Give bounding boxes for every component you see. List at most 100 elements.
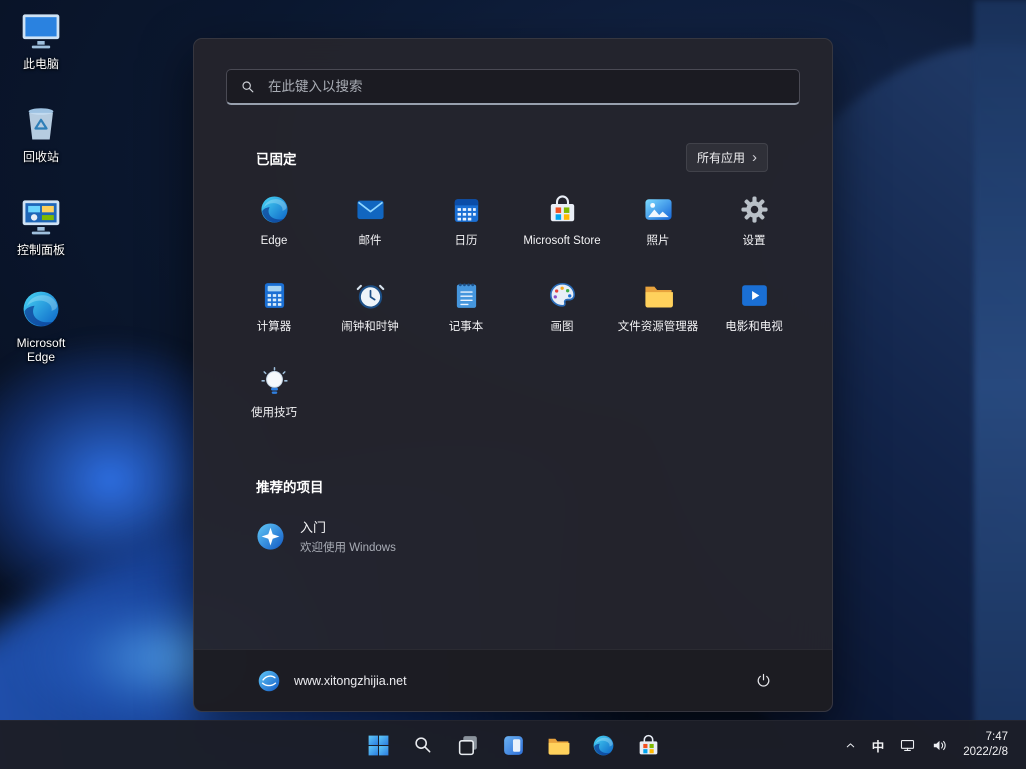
get-started-icon: [254, 520, 287, 553]
desktop-icon-label: 控制面板: [17, 243, 65, 257]
file-explorer-icon: [642, 279, 675, 312]
app-label: Microsoft Store: [523, 235, 600, 248]
pinned-app-alarms-clock[interactable]: 闹钟和时钟: [322, 268, 418, 354]
search-icon: [240, 79, 256, 95]
site-logo-icon: [256, 668, 282, 694]
recommended-title: 推荐的项目: [256, 476, 324, 496]
start-search-box[interactable]: [226, 69, 800, 105]
movies-tv-icon: [738, 279, 771, 312]
desktop-icon-column: 此电脑 回收站 控制面板 Microsoft Edge: [2, 8, 80, 364]
task-view-icon: [456, 733, 481, 758]
taskbar-buttons: [358, 725, 668, 765]
taskbar-edge-button[interactable]: [583, 725, 623, 765]
recycle-bin-icon: [19, 101, 63, 145]
app-label: 计算器: [257, 321, 292, 334]
pinned-app-settings[interactable]: 设置: [706, 182, 802, 268]
desktop-icon-recycle-bin[interactable]: 回收站: [2, 101, 80, 164]
pinned-app-store[interactable]: Microsoft Store: [514, 182, 610, 268]
chevron-up-icon: [844, 739, 857, 752]
clock-time: 7:47: [963, 730, 1008, 745]
settings-gear-icon: [738, 193, 771, 226]
all-apps-button[interactable]: 所有应用 ›: [686, 143, 768, 172]
power-icon: [755, 672, 772, 689]
clock-date: 2022/2/8: [963, 745, 1008, 760]
start-menu-footer: www.xitongzhijia.net: [194, 649, 832, 711]
calendar-icon: [450, 193, 483, 226]
app-label: 日历: [455, 235, 478, 248]
search-input[interactable]: [266, 78, 786, 95]
taskbar-file-explorer-button[interactable]: [538, 725, 578, 765]
desktop-icon-this-pc[interactable]: 此电脑: [2, 8, 80, 71]
desktop-icon-label: Microsoft Edge: [2, 336, 80, 364]
store-icon: [546, 193, 579, 226]
taskbar: 中 7:47 2022/2/8: [0, 720, 1026, 769]
volume-icon: [931, 737, 948, 754]
store-icon: [636, 733, 661, 758]
ime-indicator[interactable]: 中: [866, 727, 891, 763]
recommended-section-header: 推荐的项目: [256, 476, 768, 496]
app-label: Edge: [261, 235, 288, 248]
user-account-button[interactable]: www.xitongzhijia.net: [246, 662, 417, 700]
tray-volume-button[interactable]: [925, 727, 954, 763]
file-explorer-icon: [546, 733, 571, 758]
recommended-item-text: 入门 欢迎使用 Windows: [300, 517, 396, 555]
start-menu: 已固定 所有应用 › Edge 邮件 日历 Microsoft Store 照片: [193, 38, 833, 712]
tray-overflow-button[interactable]: [838, 727, 863, 763]
desktop-icon-control-panel[interactable]: 控制面板: [2, 194, 80, 257]
app-label: 画图: [551, 321, 574, 334]
app-label: 使用技巧: [251, 407, 297, 420]
system-tray: 中 7:47 2022/2/8: [838, 721, 1026, 769]
photos-icon: [642, 193, 675, 226]
pinned-app-calculator[interactable]: 计算器: [226, 268, 322, 354]
mail-icon: [354, 193, 387, 226]
edge-icon: [19, 287, 63, 331]
desktop-icon-edge[interactable]: Microsoft Edge: [2, 287, 80, 364]
app-label: 邮件: [359, 235, 382, 248]
all-apps-label: 所有应用: [697, 149, 745, 166]
alarm-clock-icon: [354, 279, 387, 312]
paint-palette-icon: [546, 279, 579, 312]
app-label: 闹钟和时钟: [341, 321, 399, 334]
this-pc-icon: [19, 8, 63, 52]
tray-network-button[interactable]: [893, 727, 922, 763]
recommended-item-subtitle: 欢迎使用 Windows: [300, 539, 396, 555]
control-panel-icon: [19, 194, 63, 238]
app-label: 文件资源管理器: [618, 321, 699, 334]
desktop-icon-label: 此电脑: [23, 57, 59, 71]
app-label: 电影和电视: [725, 321, 783, 334]
pinned-app-edge[interactable]: Edge: [226, 182, 322, 268]
windows-start-icon: [366, 733, 391, 758]
notepad-icon: [450, 279, 483, 312]
taskbar-store-button[interactable]: [628, 725, 668, 765]
recommended-item-title: 入门: [300, 517, 396, 536]
pinned-section-header: 已固定 所有应用 ›: [256, 143, 768, 172]
app-label: 照片: [647, 235, 670, 248]
recommended-item-get-started[interactable]: 入门 欢迎使用 Windows: [240, 508, 570, 564]
taskbar-search-button[interactable]: [403, 725, 443, 765]
taskbar-clock[interactable]: 7:47 2022/2/8: [957, 728, 1014, 762]
widgets-icon: [501, 733, 526, 758]
tips-bulb-icon: [258, 365, 291, 398]
wallpaper-shape: [974, 0, 1026, 769]
pinned-app-file-explorer[interactable]: 文件资源管理器: [610, 268, 706, 354]
pinned-app-notepad[interactable]: 记事本: [418, 268, 514, 354]
app-label: 设置: [743, 235, 766, 248]
pinned-app-photos[interactable]: 照片: [610, 182, 706, 268]
pinned-app-calendar[interactable]: 日历: [418, 182, 514, 268]
pinned-app-movies-tv[interactable]: 电影和电视: [706, 268, 802, 354]
app-label: 记事本: [449, 321, 484, 334]
pinned-title: 已固定: [256, 148, 297, 168]
desktop-icon-label: 回收站: [23, 150, 59, 164]
pinned-app-mail[interactable]: 邮件: [322, 182, 418, 268]
taskbar-task-view-button[interactable]: [448, 725, 488, 765]
pinned-app-tips[interactable]: 使用技巧: [226, 354, 322, 440]
network-icon: [899, 737, 916, 754]
pinned-app-paint[interactable]: 画图: [514, 268, 610, 354]
account-name: www.xitongzhijia.net: [294, 674, 407, 688]
power-button[interactable]: [744, 662, 782, 700]
taskbar-search-icon: [412, 734, 434, 756]
chevron-right-icon: ›: [752, 153, 757, 163]
taskbar-widgets-button[interactable]: [493, 725, 533, 765]
edge-icon: [591, 733, 616, 758]
taskbar-start-button[interactable]: [358, 725, 398, 765]
